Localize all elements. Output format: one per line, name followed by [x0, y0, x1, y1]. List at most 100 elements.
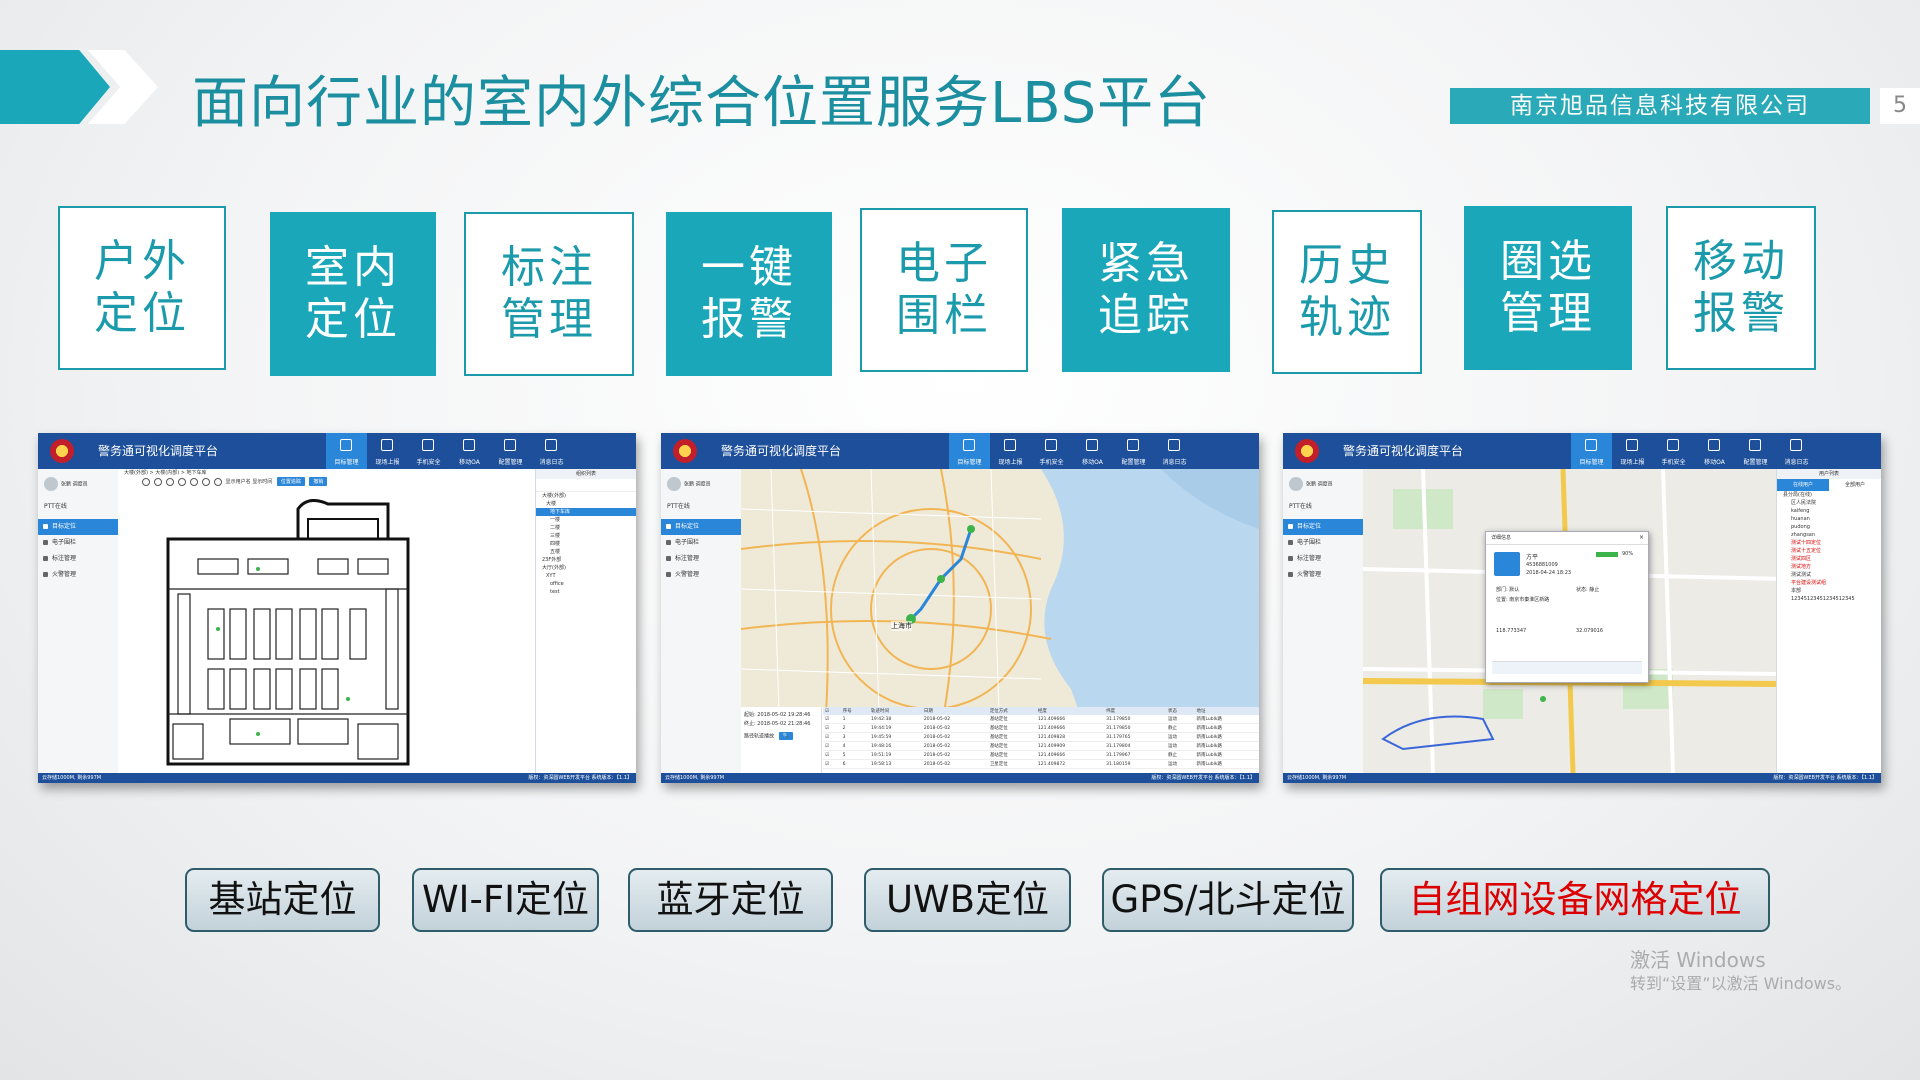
tech-base-station[interactable]: 基站定位	[185, 868, 380, 932]
menu-electronic-fence[interactable]: 电子围栏	[661, 535, 741, 551]
nav-target-management[interactable]: 目标管理	[326, 433, 367, 469]
tree-item[interactable]: test	[536, 588, 636, 596]
tree-item[interactable]: 测试十四定位	[1777, 539, 1881, 547]
row-checkbox[interactable]: ☑	[823, 715, 841, 724]
feature-mobile-alarm[interactable]: 移动报警	[1666, 206, 1816, 370]
fullscreen-icon[interactable]	[214, 477, 222, 486]
tree-item[interactable]: 测试十五定位	[1777, 547, 1881, 555]
nav-mobile-oa[interactable]: 移动OA	[1694, 433, 1735, 469]
tree-item[interactable]: zhangsan	[1777, 531, 1881, 539]
row-checkbox[interactable]: ☑	[823, 750, 841, 760]
table-row[interactable]: ☑ 2 19:44:19 2018-05-02 基站定位 121.409666 31.179…	[823, 723, 1259, 733]
undo-button[interactable]: 撤销	[309, 477, 328, 486]
nav-mobile-oa[interactable]: 移动OA	[449, 433, 490, 469]
nav-message-log[interactable]: 消息日志	[531, 433, 572, 469]
tree-item[interactable]: 县分局(在线)	[1777, 491, 1881, 499]
nav-target-management[interactable]: 目标管理	[949, 433, 990, 469]
menu-fire-management[interactable]: 火警管理	[1283, 567, 1363, 583]
tree-item[interactable]: kaifeng	[1777, 507, 1881, 515]
search-icon[interactable]: 🔍	[778, 732, 793, 740]
check-show-time[interactable]: 显示时间	[252, 479, 272, 485]
tab-online-users[interactable]: 在线用户	[1777, 479, 1829, 491]
pan-icon[interactable]	[154, 477, 162, 486]
tree-item[interactable]: 本部	[1777, 587, 1881, 595]
feature-indoor-positioning[interactable]: 室内定位	[270, 212, 436, 376]
tree-item[interactable]: 测试四区	[1777, 555, 1881, 563]
feature-emergency-tracking[interactable]: 紧急追踪	[1062, 208, 1230, 372]
table-row[interactable]: ☑ 1 19:42:38 2018-05-02 基站定位 121.409666 31.179…	[823, 715, 1259, 724]
nav-field-report[interactable]: 现场上报	[1612, 433, 1653, 469]
nav-config[interactable]: 配置管理	[490, 433, 531, 469]
nav-field-report[interactable]: 现场上报	[990, 433, 1031, 469]
tree-item[interactable]: 二楼	[536, 524, 636, 532]
tree-item[interactable]: 大楼(外部)	[536, 492, 636, 500]
feature-circle-select-management[interactable]: 圈选管理	[1464, 206, 1632, 370]
menu-target-positioning[interactable]: 目标定位	[661, 519, 741, 535]
row-checkbox[interactable]: ☑	[823, 741, 841, 751]
row-checkbox[interactable]: ☑	[823, 759, 841, 769]
tree-item[interactable]: 23F外部	[536, 556, 636, 564]
tree-item[interactable]: 四楼	[536, 540, 636, 548]
tree-item[interactable]: 大楼	[536, 500, 636, 508]
tree-item[interactable]: office	[536, 580, 636, 588]
tree-item[interactable]: pudong	[1777, 523, 1881, 531]
tree-item[interactable]: 五楼	[536, 548, 636, 556]
tree-item[interactable]: 12345123451234512345	[1777, 595, 1881, 603]
table-row[interactable]: ☑ 5 19:51:19 2018-05-02 基站定位 121.409666 31.179…	[823, 750, 1259, 760]
table-check[interactable]: ☑	[823, 707, 841, 715]
zoom-icon[interactable]	[142, 477, 150, 486]
feature-one-key-alarm[interactable]: 一键报警	[666, 212, 832, 376]
clear-icon[interactable]	[202, 477, 210, 486]
close-icon[interactable]: ×	[1639, 534, 1644, 541]
tech-uwb[interactable]: UWB定位	[864, 868, 1071, 932]
menu-marker-management[interactable]: 标注管理	[1283, 551, 1363, 567]
measure-icon[interactable]	[166, 477, 174, 486]
menu-marker-management[interactable]: 标注管理	[661, 551, 741, 567]
nav-mobile-oa[interactable]: 移动OA	[1072, 433, 1113, 469]
row-checkbox[interactable]: ☑	[823, 723, 841, 733]
menu-marker-management[interactable]: 标注管理	[38, 551, 118, 567]
tree-item[interactable]: 测试地方	[1777, 563, 1881, 571]
table-row[interactable]: ☑ 3 19:45:59 2018-05-02 基站定位 121.409828 31.179…	[823, 732, 1259, 742]
popup-action-bar[interactable]	[1492, 661, 1642, 674]
tree-item[interactable]: 一楼	[536, 516, 636, 524]
tree-item[interactable]: XYT	[536, 572, 636, 580]
end-date-input[interactable]: 2018-05-02 21:28:46	[757, 721, 810, 727]
tab-all-users[interactable]: 全部用户	[1829, 479, 1881, 491]
tree-item[interactable]: 测试测试	[1777, 571, 1881, 579]
tree-item[interactable]: huanan	[1777, 515, 1881, 523]
nav-phone-security[interactable]: 手机安全	[1031, 433, 1072, 469]
menu-target-positioning[interactable]: 目标定位	[38, 519, 118, 535]
tree-item[interactable]: 平台建设测试组	[1777, 579, 1881, 587]
table-row[interactable]: ☑ 6 19:58:13 2018-05-02 卫星定位 121.409872 31.180…	[823, 759, 1259, 769]
tech-gps-beidou[interactable]: GPS/北斗定位	[1102, 868, 1354, 932]
check-show-username[interactable]: 显示用户名	[226, 479, 251, 485]
nav-message-log[interactable]: 消息日志	[1154, 433, 1195, 469]
nav-message-log[interactable]: 消息日志	[1776, 433, 1817, 469]
tree-item[interactable]: 大厅(外部)	[536, 564, 636, 572]
start-date-input[interactable]: 2018-05-02 19:28:46	[757, 712, 810, 718]
feature-outdoor-positioning[interactable]: 户外定位	[58, 206, 226, 370]
tree-item[interactable]: 三楼	[536, 532, 636, 540]
nav-field-report[interactable]: 现场上报	[367, 433, 408, 469]
nav-phone-security[interactable]: 手机安全	[408, 433, 449, 469]
track-button[interactable]: 位置追踪	[276, 477, 305, 486]
table-row[interactable]: ☑ 4 19:48:16 2018-05-02 基站定位 121.409909 31.179…	[823, 741, 1259, 751]
refresh-icon[interactable]	[190, 477, 198, 486]
menu-fire-management[interactable]: 火警管理	[661, 567, 741, 583]
nav-target-management[interactable]: 目标管理	[1571, 433, 1612, 469]
feature-electronic-fence[interactable]: 电子围栏	[860, 208, 1028, 372]
tech-mesh-network[interactable]: 自组网设备网格定位	[1380, 868, 1770, 932]
feature-history-track[interactable]: 历史轨迹	[1272, 210, 1422, 374]
tree-item[interactable]: 地下车库	[536, 508, 636, 516]
feature-marker-management[interactable]: 标注管理	[464, 212, 634, 376]
locate-icon[interactable]	[178, 477, 186, 486]
row-checkbox[interactable]: ☑	[823, 732, 841, 742]
menu-fire-management[interactable]: 火警管理	[38, 567, 118, 583]
menu-target-positioning[interactable]: 目标定位	[1283, 519, 1363, 535]
tree-item[interactable]: 区人民法院	[1777, 499, 1881, 507]
menu-electronic-fence[interactable]: 电子围栏	[1283, 535, 1363, 551]
track-play-checkbox[interactable]: 路径轨迹播放	[744, 734, 774, 740]
menu-electronic-fence[interactable]: 电子围栏	[38, 535, 118, 551]
nav-config[interactable]: 配置管理	[1735, 433, 1776, 469]
